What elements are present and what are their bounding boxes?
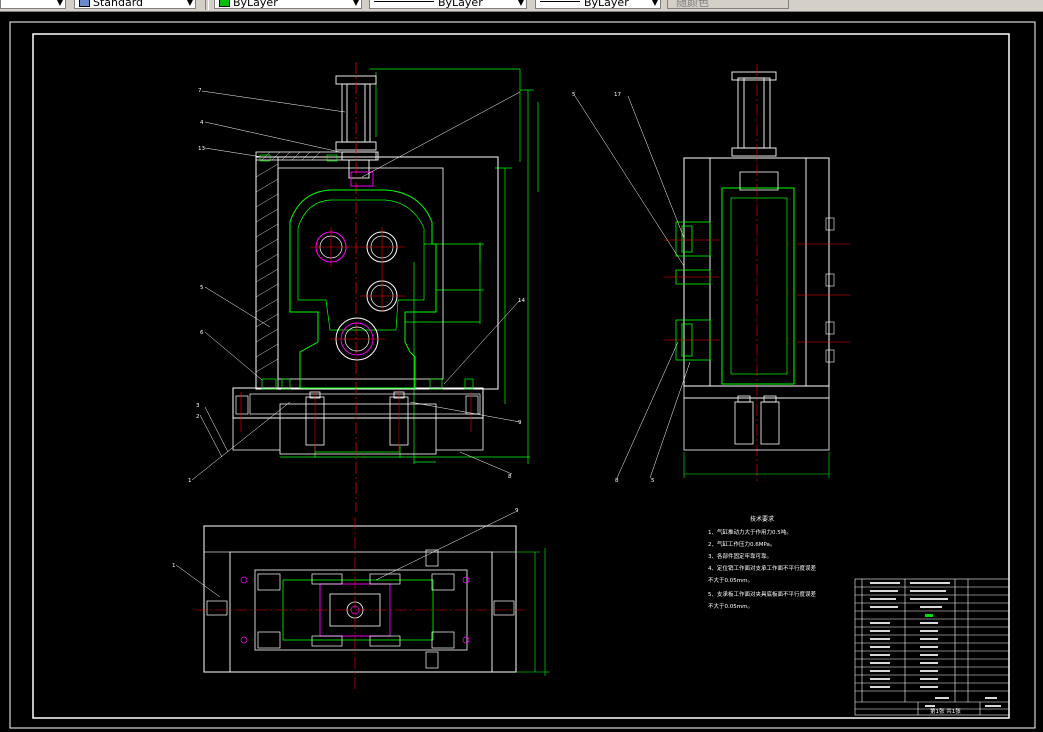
layer-color-value: ByLayer <box>233 0 278 9</box>
callout-label: 2 <box>196 414 200 420</box>
top-view: 1 9 <box>172 508 550 692</box>
side-view: 5 17 8 5 <box>572 64 850 484</box>
top-callout-labels: 1 9 <box>172 508 519 569</box>
sheet-inner-border <box>32 33 1010 719</box>
callout-label: 8 <box>615 478 619 484</box>
callout-label: 5 <box>572 92 576 98</box>
note-line: 5、支承板工作面对夹具底板面不平行度误差 <box>708 590 817 598</box>
callout-label: 14 <box>518 298 525 304</box>
note-line: 1、气缸推动力大于作用力0.5吨。 <box>708 528 792 536</box>
chevron-down-icon: ▼ <box>352 0 359 7</box>
callout-label: 9 <box>518 420 522 426</box>
properties-toolbar: ▼ Standard ▼ ByLayer ▼ ByLayer ▼ ByLayer… <box>0 0 1043 12</box>
chevron-down-icon: ▼ <box>517 0 524 7</box>
lineweight-preview <box>540 1 580 2</box>
callout-label: 5 <box>651 478 655 484</box>
plot-style-dropdown[interactable]: 随颜色 <box>667 0 789 9</box>
text-style-icon <box>79 0 90 7</box>
toolbar-separator <box>205 0 209 10</box>
callout-label: 3 <box>196 403 200 409</box>
note-line: 2、气缸工作压力0.6MPa。 <box>708 540 775 548</box>
note-line: 3、各部件固定牢靠可靠。 <box>708 552 772 560</box>
note-line: 不大于0.05mm。 <box>708 576 753 584</box>
side-callout-labels: 5 17 8 5 <box>572 92 655 484</box>
linetype-dropdown[interactable]: ByLayer ▼ <box>369 0 527 9</box>
chevron-down-icon: ▼ <box>56 0 63 7</box>
chevron-down-icon: ▼ <box>651 0 658 7</box>
note-line: 不大于0.05mm。 <box>708 602 753 610</box>
parts-list-cells <box>870 582 1001 707</box>
callout-label: 1 <box>172 563 176 569</box>
previous-dropdown[interactable]: ▼ <box>0 0 66 9</box>
callout-label: 13 <box>198 146 205 152</box>
text-style-dropdown[interactable]: Standard ▼ <box>74 0 196 9</box>
linetype-preview <box>374 1 434 2</box>
linetype-value: ByLayer <box>438 0 483 9</box>
drawing-canvas[interactable]: 7 4 13 5 6 3 2 1 8 9 14 5 17 8 5 1 9 技术要… <box>0 12 1043 732</box>
text-style-value: Standard <box>93 0 144 9</box>
callout-label: 6 <box>200 330 204 336</box>
notes-title: 技术要求 <box>750 515 774 523</box>
callout-label: 7 <box>198 88 202 94</box>
layer-color-swatch <box>219 0 230 7</box>
chevron-down-icon: ▼ <box>186 0 193 7</box>
callout-label: 5 <box>200 285 204 291</box>
callout-label: 17 <box>614 92 621 98</box>
lineweight-dropdown[interactable]: ByLayer ▼ <box>535 0 661 9</box>
callout-label: 9 <box>515 508 519 514</box>
layer-color-dropdown[interactable]: ByLayer ▼ <box>214 0 362 9</box>
callout-label: 1 <box>188 478 192 484</box>
technical-notes: 技术要求 1、气缸推动力大于作用力0.5吨。 2、气缸工作压力0.6MPa。 3… <box>708 515 817 610</box>
note-line: 4、定位销工作面对支承工作面不平行度误差 <box>708 564 817 572</box>
plot-style-value: 随颜色 <box>676 0 709 9</box>
front-view: 7 4 13 5 6 3 2 1 8 9 14 <box>188 62 539 512</box>
callout-label: 8 <box>508 474 512 480</box>
lineweight-value: ByLayer <box>584 0 629 9</box>
callout-label: 4 <box>200 120 204 126</box>
sheet-number: 第1张 共1张 <box>930 707 961 715</box>
cad-drawing: 7 4 13 5 6 3 2 1 8 9 14 5 17 8 5 1 9 技术要… <box>9 21 1036 729</box>
front-callout-labels: 7 4 13 5 6 3 2 1 8 9 14 <box>188 88 525 484</box>
